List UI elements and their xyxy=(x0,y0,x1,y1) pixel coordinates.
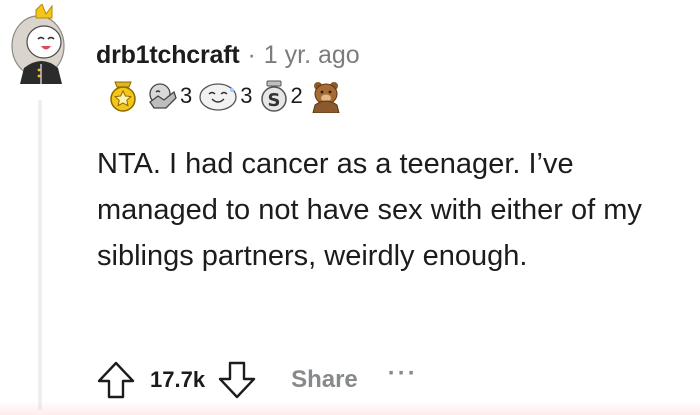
more-options-button[interactable]: ··· xyxy=(388,360,418,388)
gold-star-award-icon xyxy=(110,81,136,112)
avatar-image xyxy=(11,3,65,84)
wholesome-hug-award-icon xyxy=(149,83,177,109)
comment-body: NTA. I had cancer as a teenager. I’ve ma… xyxy=(97,148,642,272)
comment-actions: 17.7k Share ··· xyxy=(96,358,418,402)
upvote-button[interactable] xyxy=(96,360,136,400)
comment-header: drb1tchcraft · 1 yr. ago xyxy=(96,38,360,72)
downvote-arrow-icon xyxy=(218,361,256,399)
award-laughing-face[interactable]: 3 xyxy=(198,80,253,112)
award-count: 3 xyxy=(180,83,193,108)
svg-text:S: S xyxy=(267,90,280,111)
award-gold-star[interactable] xyxy=(106,79,140,113)
username-link[interactable]: drb1tchcraft xyxy=(96,41,240,70)
award-count: 3 xyxy=(240,83,253,108)
comment-thread-line[interactable] xyxy=(38,100,42,410)
laughing-face-award-icon xyxy=(199,83,237,111)
bear-award-icon xyxy=(312,82,340,113)
avatar[interactable] xyxy=(8,3,74,84)
upvote-arrow-icon xyxy=(97,361,135,399)
vote-score: 17.7k xyxy=(150,367,206,392)
award-count: 2 xyxy=(290,83,303,108)
timestamp[interactable]: 1 yr. ago xyxy=(264,41,360,70)
silver-s-award-icon: S xyxy=(260,80,287,112)
award-bear[interactable] xyxy=(309,79,343,113)
downvote-button[interactable] xyxy=(217,360,257,400)
share-button[interactable]: Share xyxy=(291,366,358,394)
awards-row[interactable]: 3 3 S 2 xyxy=(106,78,349,114)
award-wholesome-hug[interactable]: 3 xyxy=(146,80,192,112)
header-separator: · xyxy=(247,40,256,69)
bottom-gradient xyxy=(0,401,700,415)
award-silver-s[interactable]: S 2 xyxy=(259,79,303,113)
